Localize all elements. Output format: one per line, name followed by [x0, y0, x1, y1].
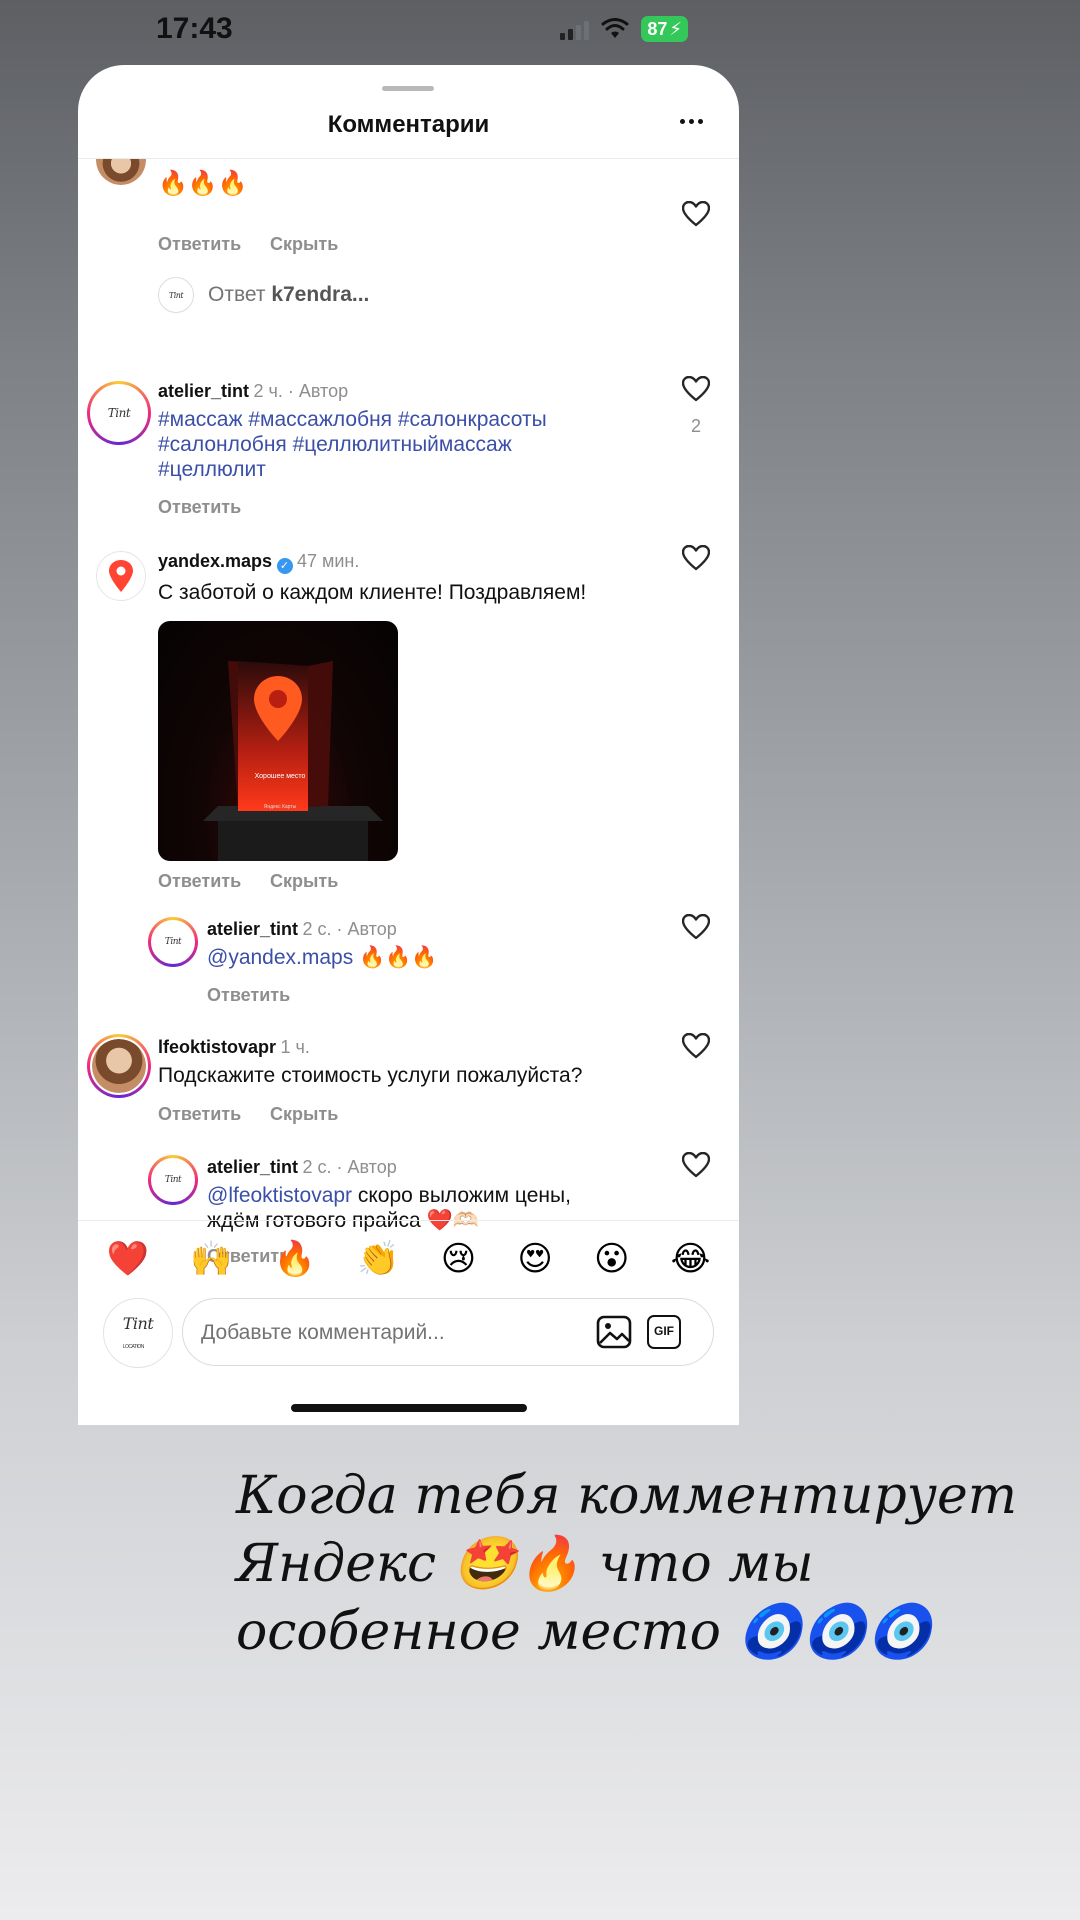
profile-photo	[92, 1039, 146, 1093]
comment-text: @lfeoktistovapr скоро выложим цены, ждём…	[207, 1184, 571, 1232]
username[interactable]: atelier_tint	[207, 1157, 298, 1177]
username[interactable]: atelier_tint	[158, 381, 249, 401]
story-caption: Когда тебя комментирует Яндекс 🤩🔥 что мы…	[236, 1462, 1018, 1666]
comments-list[interactable]: 🔥🔥🔥 Ответить Скрыть Tint Ответ k7endra..…	[78, 159, 739, 1287]
caption-line-3: особенное место 🧿🧿🧿	[236, 1602, 932, 1662]
reply-prompt[interactable]: Ответ k7endra...	[208, 283, 369, 307]
like-heart-icon[interactable]	[682, 376, 710, 402]
avatar[interactable]	[96, 159, 146, 185]
reply-link[interactable]: Ответить	[158, 1104, 241, 1125]
comments-sheet: Комментарии 🔥🔥🔥 Ответить Скрыть Tint Отв…	[78, 65, 739, 1425]
hide-link[interactable]: Скрыть	[270, 871, 338, 892]
current-user-avatar: Tint LOCATION	[103, 1298, 173, 1368]
wifi-icon	[601, 18, 629, 38]
reaction-crying[interactable]: 😢	[441, 1239, 476, 1279]
status-time: 17:43	[156, 12, 233, 45]
reactions-divider	[78, 1220, 739, 1221]
comment-meta: 47 мин.	[296, 551, 360, 571]
tint-logo: Tint	[164, 937, 182, 947]
charging-bolt-icon: ⚡	[669, 18, 682, 39]
comment-text: С заботой о каждом клиенте! Поздравляем!	[158, 581, 587, 604]
sheet-title: Комментарии	[327, 111, 490, 138]
mention-link[interactable]: @yandex.maps	[207, 946, 353, 969]
mention-link[interactable]: @lfeoktistovapr	[207, 1184, 352, 1207]
tint-logo: Tint	[168, 290, 184, 300]
home-indicator	[291, 1404, 527, 1412]
like-heart-icon[interactable]	[682, 545, 710, 571]
hide-link[interactable]: Скрыть	[270, 1104, 338, 1125]
reply-username: k7endra...	[271, 283, 370, 306]
award-trophy-illustration	[203, 661, 383, 861]
comment-text: 🔥🔥🔥	[158, 169, 248, 197]
yandex-maps-pin-icon	[109, 560, 133, 592]
comment-header: atelier_tint 2 с. · Автор	[207, 1157, 397, 1178]
reply-label: Ответ	[208, 283, 266, 306]
like-heart-icon[interactable]	[682, 201, 710, 227]
caption-line-1: Когда тебя комментирует	[236, 1466, 1018, 1526]
avatar[interactable]: Tint	[148, 1155, 198, 1205]
comment-header: lfeoktistovapr 1 ч.	[158, 1037, 310, 1058]
reaction-laughing[interactable]: 😂	[671, 1239, 711, 1279]
like-heart-icon[interactable]	[682, 914, 710, 940]
reply-link[interactable]: Ответить	[158, 871, 241, 892]
tint-logo: Tint	[164, 1175, 182, 1185]
avatar[interactable]: Tint	[148, 917, 198, 967]
comment-meta: 2 ч. · Автор	[253, 381, 349, 401]
tint-logo: Tint	[107, 406, 131, 420]
reaction-raised-hands[interactable]: 🙌	[190, 1239, 232, 1279]
reaction-heart[interactable]: ❤️	[107, 1239, 149, 1279]
image-picker-icon[interactable]	[595, 1313, 633, 1351]
reaction-surprised[interactable]: 😮	[594, 1239, 629, 1279]
gif-picker-button[interactable]: GIF	[647, 1315, 681, 1349]
reaction-heart-eyes[interactable]: 😍	[517, 1239, 552, 1279]
tint-logo: Tint LOCATION	[122, 1314, 154, 1350]
like-heart-icon[interactable]	[682, 1033, 710, 1059]
avatar[interactable]	[96, 551, 146, 601]
reply-link[interactable]: Ответить	[158, 497, 241, 518]
comment-meta: 2 с. · Автор	[302, 1157, 397, 1177]
comment-meta: 2 с. · Автор	[302, 919, 397, 939]
comment-input[interactable]	[201, 1313, 581, 1353]
reply-link[interactable]: Ответить	[158, 234, 241, 255]
verified-badge-icon: ✓	[276, 558, 293, 574]
more-options-icon[interactable]	[680, 119, 703, 124]
award-title: Хорошее место	[254, 773, 306, 780]
sheet-grabber[interactable]	[382, 86, 434, 91]
reply-link[interactable]: Ответить	[207, 985, 290, 1006]
comment-text: Подскажите стоимость услуги пожалуйста?	[158, 1064, 583, 1087]
username[interactable]: lfeoktistovapr	[158, 1037, 276, 1057]
quick-reactions-bar: ❤️ 🙌 🔥 👏 😢 😍 😮 😂	[78, 1231, 739, 1287]
comment-header: atelier_tint 2 ч. · Автор	[158, 381, 348, 402]
username[interactable]: atelier_tint	[207, 919, 298, 939]
reaction-fire[interactable]: 🔥	[274, 1239, 316, 1279]
comment-text: @yandex.maps 🔥🔥🔥	[207, 945, 438, 969]
award-image[interactable]: Хорошее место Яндекс Карты	[158, 621, 398, 861]
username[interactable]: yandex.maps	[158, 551, 272, 571]
caption-line-2: Яндекс 🤩🔥 что мы	[236, 1534, 814, 1594]
comment-header: yandex.maps ✓ 47 мин.	[158, 551, 359, 574]
status-bar: 17:43 87 ⚡	[0, 0, 1080, 62]
reply-avatar: Tint	[158, 277, 194, 313]
award-subtitle: Яндекс Карты	[263, 804, 297, 810]
like-heart-icon[interactable]	[682, 1152, 710, 1178]
comment-composer: GIF	[182, 1298, 714, 1366]
like-count: 2	[690, 416, 701, 436]
comment-header: atelier_tint 2 с. · Автор	[207, 919, 397, 940]
reaction-clap[interactable]: 👏	[357, 1239, 399, 1279]
status-icons: 87 ⚡	[560, 16, 688, 42]
avatar[interactable]	[87, 1034, 151, 1098]
battery-level: 87	[647, 18, 668, 39]
avatar[interactable]: Tint	[87, 381, 151, 445]
comment-meta: 1 ч.	[280, 1037, 310, 1057]
comment-text: #массаж #массажлобня #салонкрасоты #сало…	[158, 408, 547, 481]
battery-indicator: 87 ⚡	[641, 16, 688, 42]
hide-link[interactable]: Скрыть	[270, 234, 338, 255]
profile-photo	[96, 159, 146, 185]
cellular-signal-icon	[560, 18, 590, 40]
